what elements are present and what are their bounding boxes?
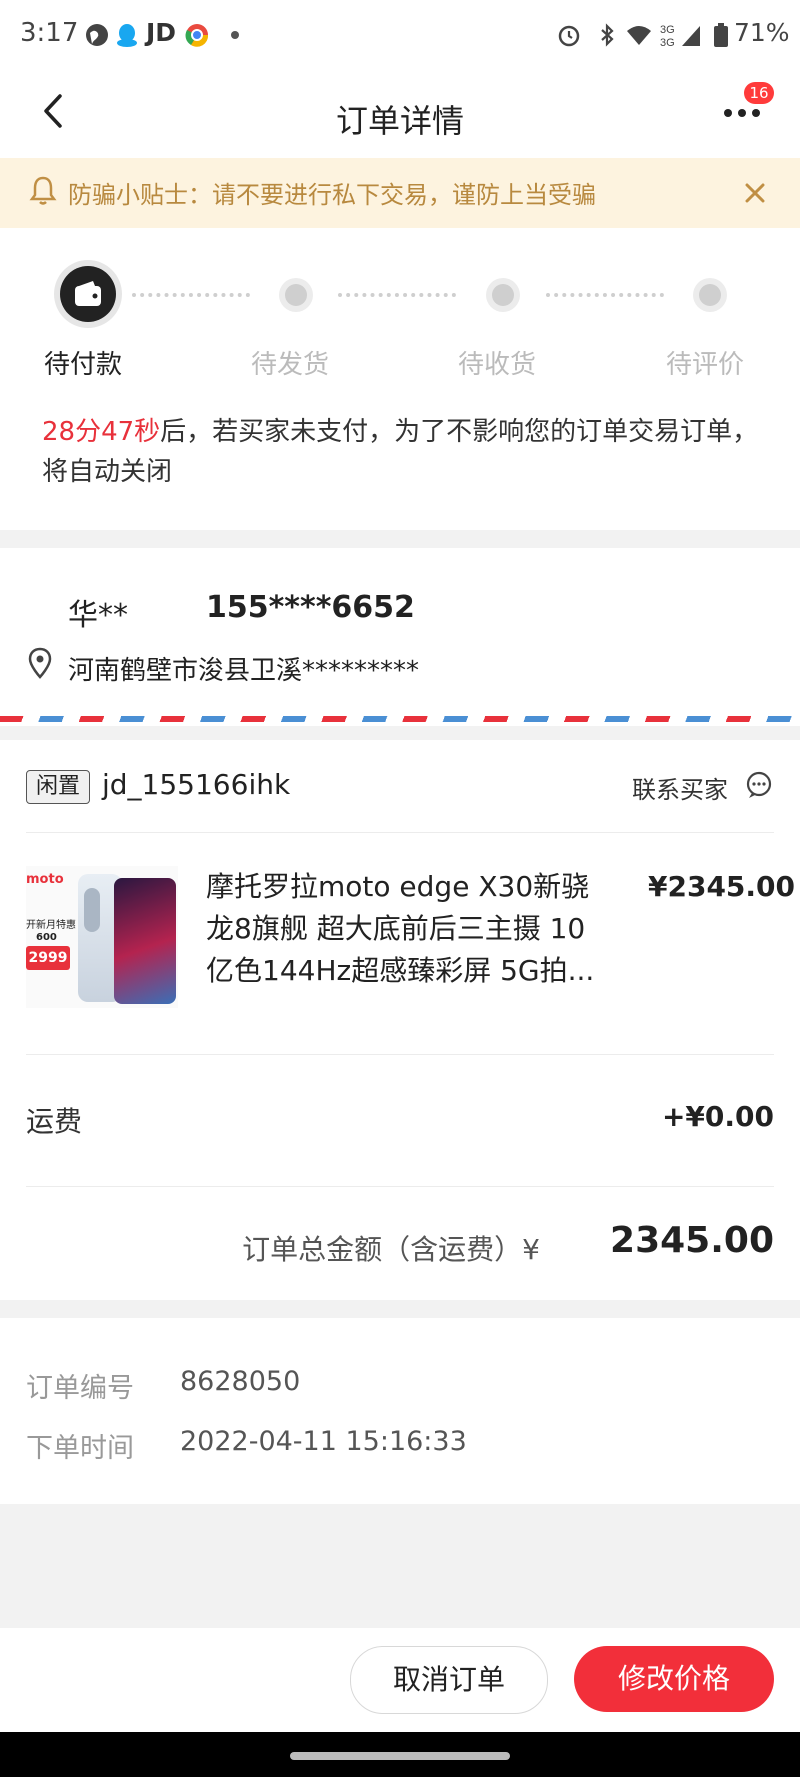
- order-info-card: [0, 740, 800, 1300]
- shipping-address-card: [0, 548, 800, 726]
- airmail-border: [0, 716, 800, 722]
- order-meta-card: [0, 1318, 800, 1504]
- step-label: 待付款: [44, 350, 123, 380]
- page-title: 订单详情: [335, 102, 464, 140]
- recipient-phone: 155****6652: [206, 590, 415, 625]
- svg-text:3G: 3G: [660, 24, 675, 36]
- order-time-value: 2022-04-11 15:16:33: [180, 1426, 467, 1457]
- jd-app-icon: JD: [146, 18, 177, 47]
- product-thumbnail[interactable]: moto 开新月特惠 600 2999: [26, 866, 178, 1008]
- product-price: ¥2345.00: [648, 870, 796, 903]
- step-connector: [338, 293, 456, 297]
- countdown-message: 28分47秒后，若买家未支付，为了不影响您的订单交易订单，将自动关闭: [42, 412, 762, 492]
- step-connector: [132, 293, 250, 297]
- chat-bubble-icon[interactable]: [744, 770, 774, 800]
- wifi-icon: [627, 26, 651, 45]
- step-label: 待评价: [666, 350, 745, 380]
- shipping-fee-label: 运费: [26, 1105, 83, 1138]
- step-indicator-to-receive: [492, 284, 514, 306]
- divider: [26, 1186, 774, 1187]
- qq-icon: [117, 24, 137, 47]
- recipient-name: 华**: [68, 598, 128, 633]
- svg-text:3G: 3G: [660, 37, 675, 48]
- phone-screen-image: [114, 878, 176, 1004]
- divider: [26, 832, 774, 833]
- product-title[interactable]: 摩托罗拉moto edge X30新骁龙8旗舰 超大底前后三主摄 10亿色144…: [206, 866, 606, 992]
- alarm-icon: [558, 25, 580, 47]
- step-connector: [546, 293, 664, 297]
- total-amount-value: 2345.00: [610, 1220, 774, 1261]
- close-icon[interactable]: [744, 182, 766, 204]
- modify-price-button[interactable]: 修改价格: [574, 1646, 774, 1712]
- currency-symbol: ¥: [522, 1233, 540, 1266]
- location-pin-icon: [28, 647, 52, 679]
- globe-icon: [86, 24, 108, 46]
- step-label: 待收货: [458, 350, 537, 380]
- dot-icon: [231, 31, 239, 39]
- signal-icon: 3G 3G: [660, 24, 700, 48]
- bluetooth-icon: [601, 23, 614, 47]
- home-gesture-pill[interactable]: [290, 1752, 510, 1760]
- promo-text: 开新月特惠: [26, 920, 76, 931]
- step-label: 待发货: [251, 350, 330, 380]
- promo-price-tag: 2999: [26, 946, 70, 970]
- notice-text: 防骗小贴士：请不要进行私下交易，谨防上当受骗: [68, 181, 596, 209]
- buyer-account-name: jd_155166ihk: [102, 768, 291, 801]
- shipping-fee-value: +¥0.00: [661, 1100, 774, 1133]
- battery-percent: 71%: [734, 18, 790, 47]
- battery-icon: [714, 23, 728, 47]
- idle-item-tag: 闲置: [26, 770, 90, 804]
- chrome-icon: [185, 24, 209, 47]
- order-number-value: 8628050: [180, 1366, 301, 1397]
- step-indicator-to-ship: [285, 284, 307, 306]
- countdown-timer: 28分47秒: [42, 417, 161, 447]
- bell-icon: [29, 176, 57, 205]
- divider: [26, 1054, 774, 1055]
- wallet-icon: [75, 281, 101, 306]
- address-detail: 河南鹤壁市浚县卫溪*********: [68, 656, 420, 686]
- cancel-order-button[interactable]: 取消订单: [350, 1646, 548, 1714]
- contact-buyer-link[interactable]: 联系买家: [632, 770, 728, 805]
- moto-brand-logo: moto: [26, 872, 64, 887]
- step-indicator-to-review: [699, 284, 721, 306]
- order-number-label: 订单编号: [26, 1373, 134, 1404]
- discount-text: 600: [36, 932, 57, 943]
- order-time-label: 下单时间: [26, 1433, 134, 1464]
- more-options-icon[interactable]: [722, 106, 762, 120]
- total-amount-label: 订单总金额（含运费）¥: [242, 1233, 540, 1266]
- status-time: 3:17: [20, 18, 79, 48]
- notification-badge: 16: [744, 82, 774, 104]
